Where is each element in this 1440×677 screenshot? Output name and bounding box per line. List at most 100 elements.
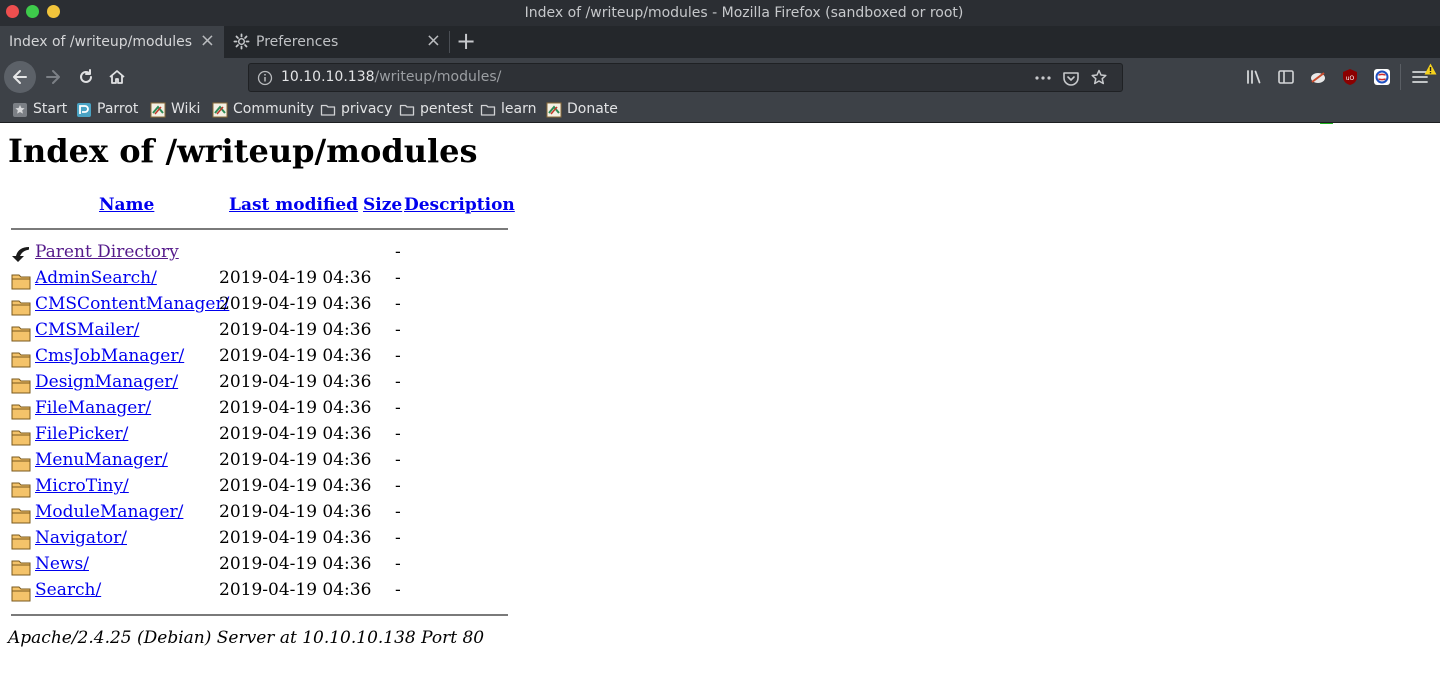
directory-link[interactable]: MicroTiny/ [35,476,129,496]
last-modified: 2019-04-19 04:36 [219,476,372,496]
bookmark-label: Community [233,101,315,117]
last-modified: 2019-04-19 04:36 [219,372,372,392]
bookmark-label: learn [501,101,537,117]
pocket-icon[interactable] [1062,68,1080,88]
last-modified: 2019-04-19 04:36 [219,450,372,470]
tab-label: Preferences [256,34,339,50]
directory-link[interactable]: News/ [35,554,89,574]
bookmarks-toolbar: Start Parrot Wiki Community privacy pent… [0,96,1440,123]
folder-icon [11,534,31,550]
directory-link[interactable]: CMSContentManager/ [35,294,229,314]
extension-blocker-icon[interactable] [1308,67,1328,87]
folder-icon [11,508,31,524]
file-size: - [395,554,401,574]
table-row: FileManager/ 2019-04-19 04:36 - [11,398,511,424]
tab-index-of-modules[interactable]: Index of /writeup/modules × [0,26,224,58]
bookmark-star-icon[interactable] [1090,68,1108,88]
svg-text:uO: uO [1346,75,1355,82]
table-row: DesignManager/ 2019-04-19 04:36 - [11,372,511,398]
window-titlebar: Index of /writeup/modules - Mozilla Fire… [0,0,1440,26]
file-size: - [395,580,401,600]
home-icon[interactable] [107,67,127,87]
last-modified: 2019-04-19 04:36 [219,580,372,600]
folder-icon [320,104,336,116]
directory-link[interactable]: CmsJobManager/ [35,346,184,366]
folder-icon [11,326,31,342]
last-modified: 2019-04-19 04:36 [219,398,372,418]
parent-directory-link[interactable]: Parent Directory [35,242,179,262]
table-row: AdminSearch/ 2019-04-19 04:36 - [11,268,511,294]
file-size: - [395,372,401,392]
directory-link[interactable]: AdminSearch/ [35,268,157,288]
ublock-origin-icon[interactable]: uO [1340,67,1360,87]
directory-link[interactable]: Search/ [35,580,101,600]
sort-by-size-link[interactable]: Size [363,195,402,215]
folder-icon [480,104,496,116]
file-size: - [395,450,401,470]
directory-link[interactable]: DesignManager/ [35,372,178,392]
back-arrow-icon [13,70,27,84]
tab-close-icon[interactable]: × [426,32,441,50]
table-row: CMSContentManager/ 2019-04-19 04:36 - [11,294,511,320]
folder-icon [11,456,31,472]
sync-extension-icon[interactable] [1372,67,1392,87]
url-path: /writeup/modules/ [374,69,502,85]
folder-icon [11,482,31,498]
file-size: - [395,528,401,548]
sort-by-name-link[interactable]: Name [99,195,154,215]
directory-link[interactable]: FilePicker/ [35,424,128,444]
url-host: 10.10.10.138 [281,69,375,85]
directory-link[interactable]: FileManager/ [35,398,151,418]
file-size: - [395,242,401,262]
gear-icon [233,33,250,50]
table-row: FilePicker/ 2019-04-19 04:36 - [11,424,511,450]
folder-icon [11,430,31,446]
back-button[interactable] [4,61,36,93]
parrot-donate-icon [546,102,562,118]
last-modified: 2019-04-19 04:36 [219,528,372,548]
back-arrow-folder-icon [12,247,30,262]
last-modified: 2019-04-19 04:36 [219,554,372,574]
new-tab-button[interactable]: + [456,28,476,54]
bookmark-label: Wiki [171,101,201,117]
reload-icon[interactable] [76,67,96,87]
table-row: MicroTiny/ 2019-04-19 04:36 - [11,476,511,502]
directory-link[interactable]: MenuManager/ [35,450,168,470]
file-size: - [395,398,401,418]
server-signature: Apache/2.4.25 (Debian) Server at 10.10.1… [8,628,485,648]
toolbar-separator [1400,64,1401,90]
directory-link[interactable]: Navigator/ [35,528,127,548]
library-icon[interactable] [1244,67,1264,87]
page-title: Index of /writeup/modules [8,132,478,170]
sidebar-icon[interactable] [1276,67,1296,87]
tab-label: Index of /writeup/modules [9,34,193,50]
site-info-icon[interactable] [257,70,273,86]
last-modified: 2019-04-19 04:36 [219,320,372,340]
navigation-toolbar: 10.10.10.138/writeup/modules/ 0 uO [0,58,1440,134]
tab-close-icon[interactable]: × [200,32,215,50]
tab-preferences[interactable]: Preferences × [225,26,450,58]
bookmark-label: pentest [420,101,474,117]
sort-by-last-modified-link[interactable]: Last modified [229,195,358,215]
bookmark-label: privacy [341,101,393,117]
directory-link[interactable]: CMSMailer/ [35,320,139,340]
folder-icon [399,104,415,116]
folder-icon [11,404,31,420]
url-bar[interactable]: 10.10.10.138/writeup/modules/ [248,63,1123,92]
bookmark-label: Parrot [97,101,139,117]
tab-separator [449,31,450,53]
folder-icon [11,352,31,368]
page-content: Index of /writeup/modules Name Last modi… [0,124,1440,677]
last-modified: 2019-04-19 04:36 [219,346,372,366]
sort-by-description-link[interactable]: Description [404,195,515,215]
start-bookmark-icon [13,103,27,117]
page-actions-icon[interactable] [1034,68,1052,88]
file-size: - [395,424,401,444]
forward-arrow-icon[interactable] [43,67,63,87]
directory-link[interactable]: ModuleManager/ [35,502,183,522]
folder-icon [11,560,31,576]
file-size: - [395,502,401,522]
table-row: CmsJobManager/ 2019-04-19 04:36 - [11,346,511,372]
url-text[interactable]: 10.10.10.138/writeup/modules/ [281,69,501,85]
bookmark-label: Donate [567,101,618,117]
